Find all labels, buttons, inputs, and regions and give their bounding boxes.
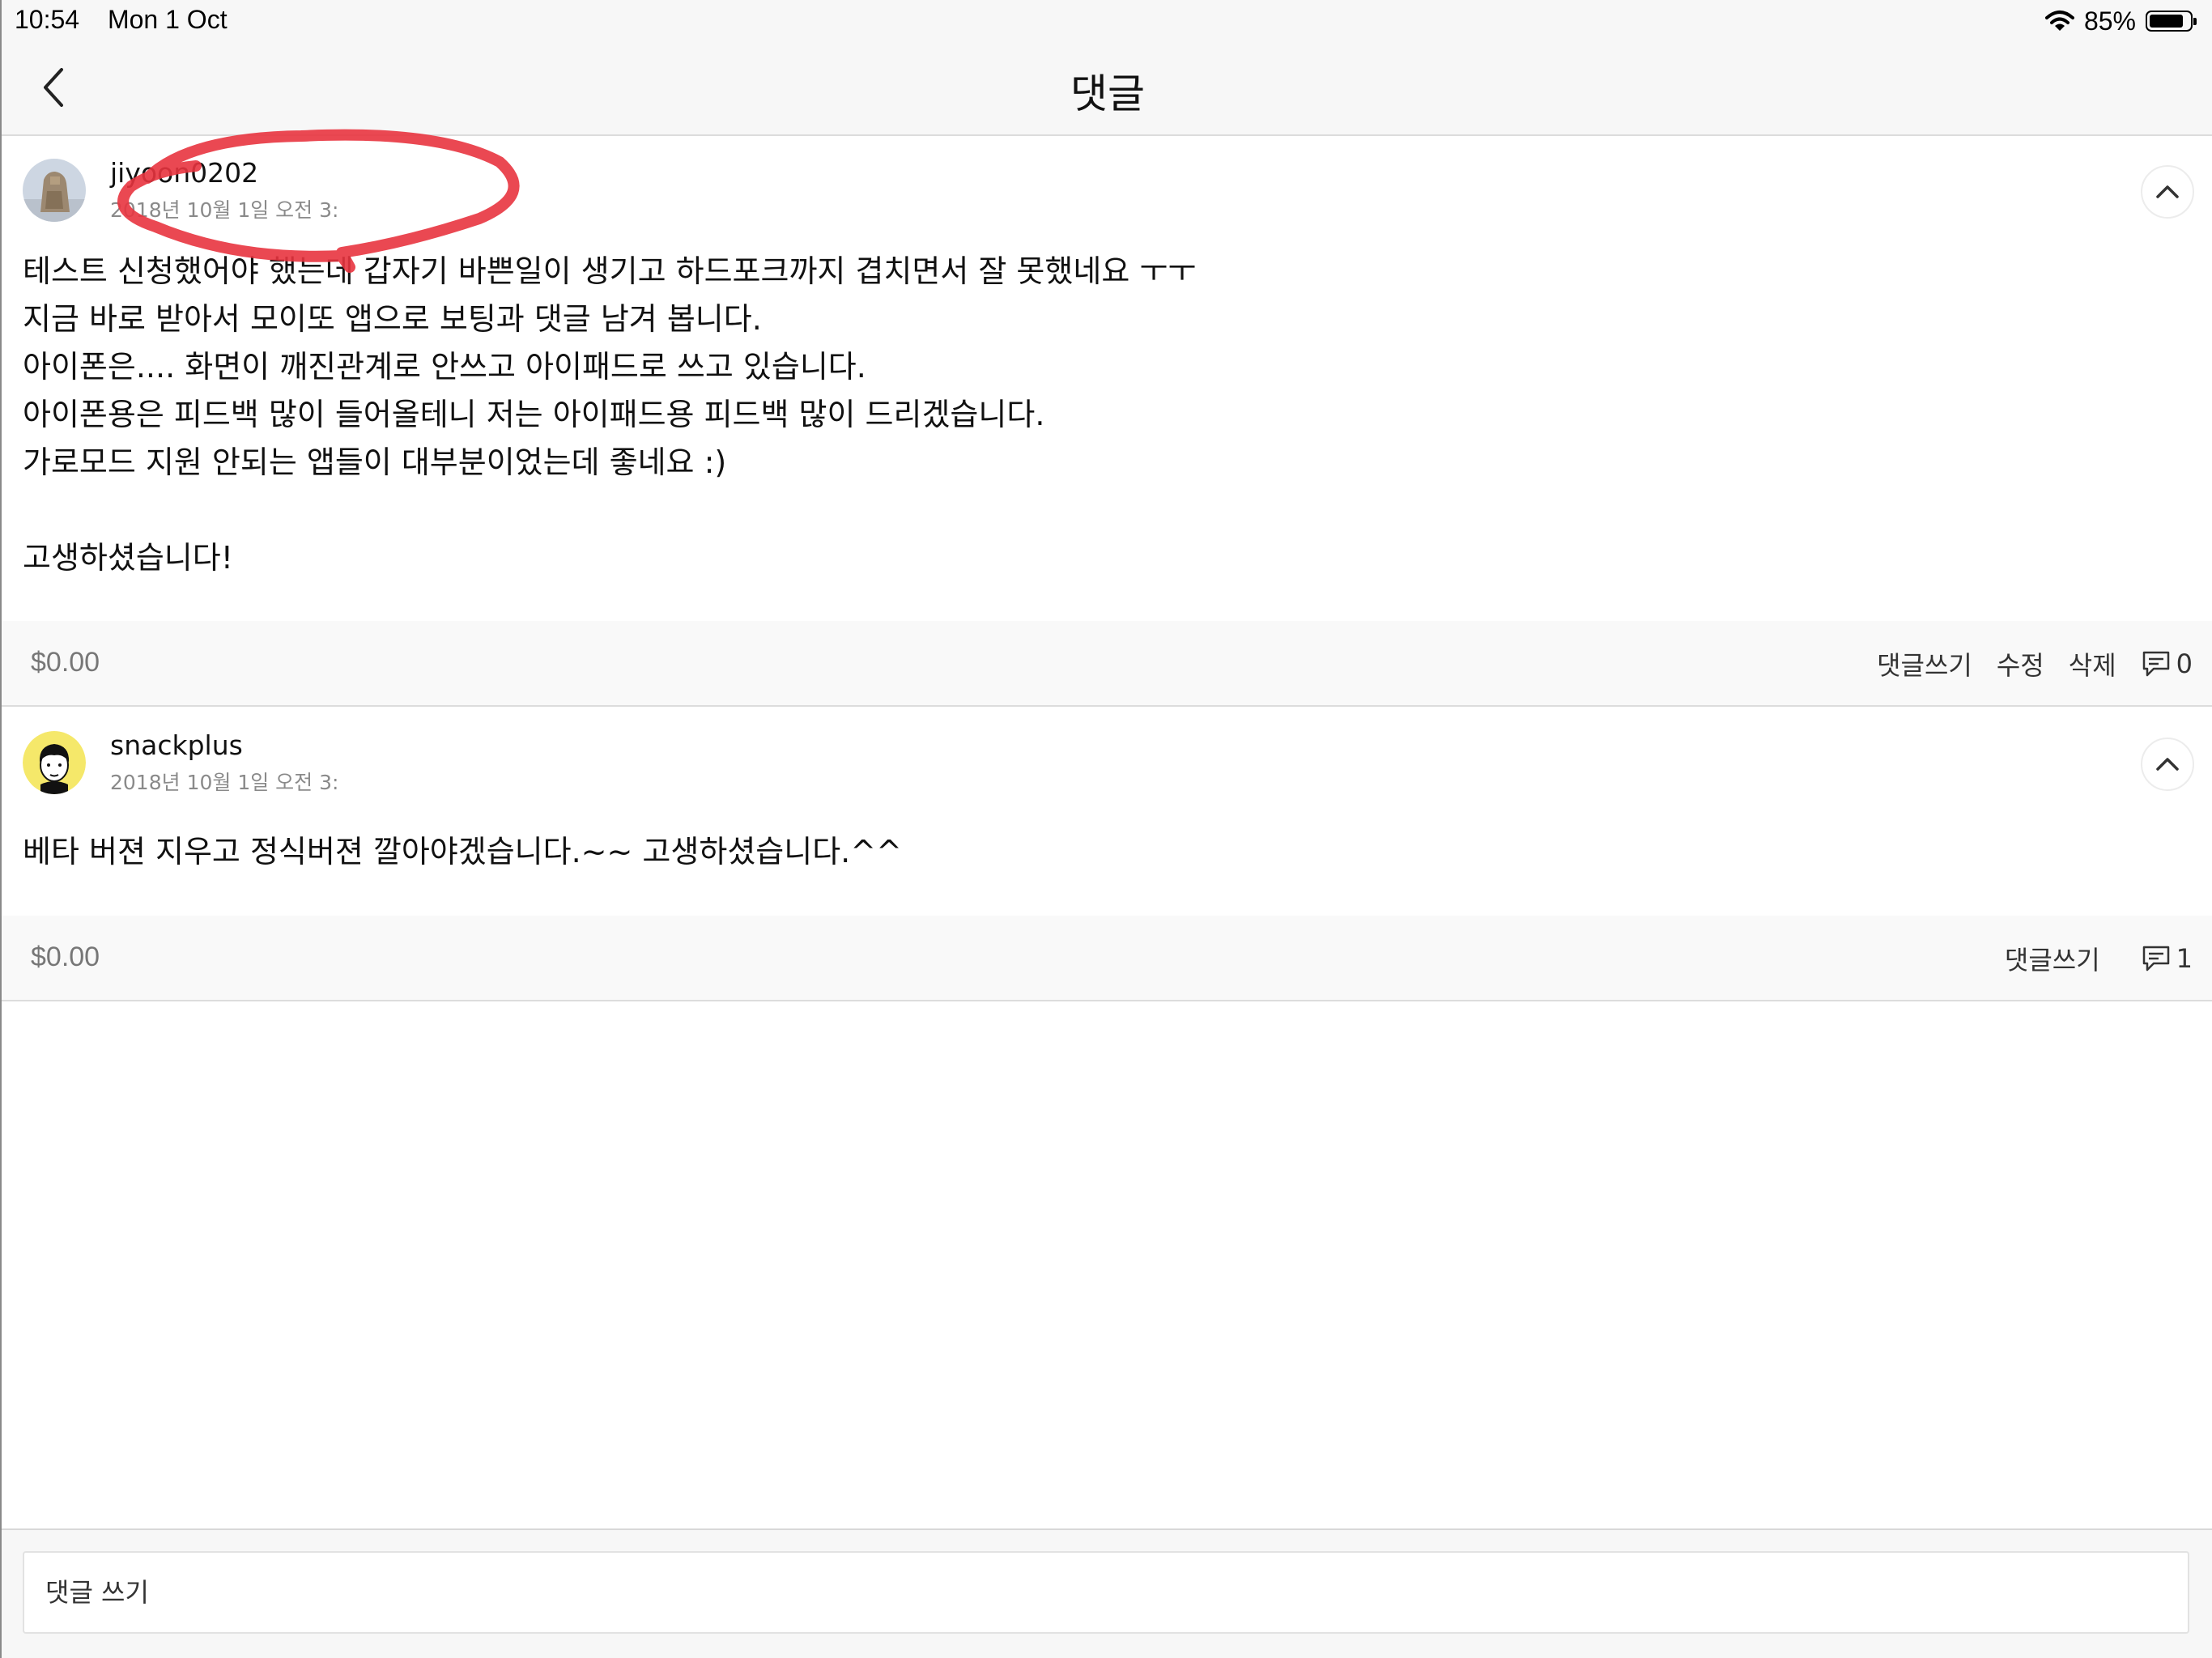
edit-button[interactable]: 수정 — [1997, 645, 2044, 682]
status-left: 10:54 Mon 1 Oct — [15, 5, 249, 35]
reply-count-value: 0 — [2176, 648, 2193, 679]
avatar-image — [23, 159, 86, 222]
reply-count[interactable]: 0 — [2141, 648, 2193, 679]
payout-amount: $0.00 — [31, 942, 100, 972]
username[interactable]: snackplus — [110, 729, 243, 761]
timestamp: 2018년 10월 1일 오전 3: — [110, 198, 339, 222]
battery-percent: 85% — [2083, 6, 2136, 36]
collapse-button[interactable] — [2141, 165, 2194, 219]
reply-button[interactable]: 댓글쓰기 — [2005, 940, 2100, 977]
page-title: 댓글 — [1070, 70, 1145, 117]
avatar[interactable] — [23, 731, 86, 794]
chevron-up-icon — [2156, 185, 2179, 198]
comment-input[interactable] — [23, 1551, 2189, 1634]
comment-input-bar — [2, 1528, 2212, 1658]
chevron-up-icon — [2156, 758, 2179, 771]
timestamp: 2018년 10월 1일 오전 3: — [110, 771, 339, 794]
comment-item: snackplus 2018년 10월 1일 오전 3: 베타 버젼 지우고 정… — [2, 708, 2212, 1001]
status-time: 10:54 — [15, 5, 80, 34]
comment-footer: $0.00 댓글쓰기 1 — [2, 916, 2212, 1001]
comment-footer: $0.00 댓글쓰기 수정 삭제 0 — [2, 621, 2212, 707]
wifi-icon — [2044, 11, 2074, 31]
nav-bar: 댓글 — [2, 42, 2212, 136]
reply-count-value: 1 — [2176, 943, 2193, 974]
reply-button[interactable]: 댓글쓰기 — [1877, 645, 1972, 682]
payout-amount: $0.00 — [31, 647, 100, 678]
screen: 10:54 Mon 1 Oct 85% 댓글 jiyoon0202 2018년 … — [0, 0, 2212, 1658]
comment-body: 테스트 신청했어야 했는데 갑자기 바쁜일이 생기고 하드포크까지 겹치면서 잘… — [23, 253, 1197, 576]
battery-tip — [2193, 18, 2197, 25]
avatar-image — [23, 731, 86, 794]
comment-actions: 댓글쓰기 1 — [2005, 937, 2193, 980]
status-bar: 10:54 Mon 1 Oct 85% — [2, 0, 2212, 42]
battery-level — [2150, 15, 2183, 28]
battery-icon — [2146, 11, 2197, 32]
status-date: Mon 1 Oct — [107, 5, 228, 34]
username[interactable]: jiyoon0202 — [110, 157, 258, 189]
reply-count[interactable]: 1 — [2141, 943, 2193, 974]
avatar[interactable] — [23, 159, 86, 222]
comment-body: 베타 버젼 지우고 정식버젼 깔아야겠습니다.~~ 고생하셨습니다.^^ — [23, 834, 902, 869]
collapse-button[interactable] — [2141, 738, 2194, 791]
speech-bubble-icon — [2142, 946, 2169, 971]
comment-actions: 댓글쓰기 수정 삭제 0 — [1877, 642, 2193, 686]
speech-bubble-icon — [2142, 651, 2169, 677]
status-right: 85% — [2044, 5, 2197, 37]
comment-item: jiyoon0202 2018년 10월 1일 오전 3: 테스트 신청했어야 … — [2, 136, 2212, 707]
delete-button[interactable]: 삭제 — [2069, 645, 2116, 682]
